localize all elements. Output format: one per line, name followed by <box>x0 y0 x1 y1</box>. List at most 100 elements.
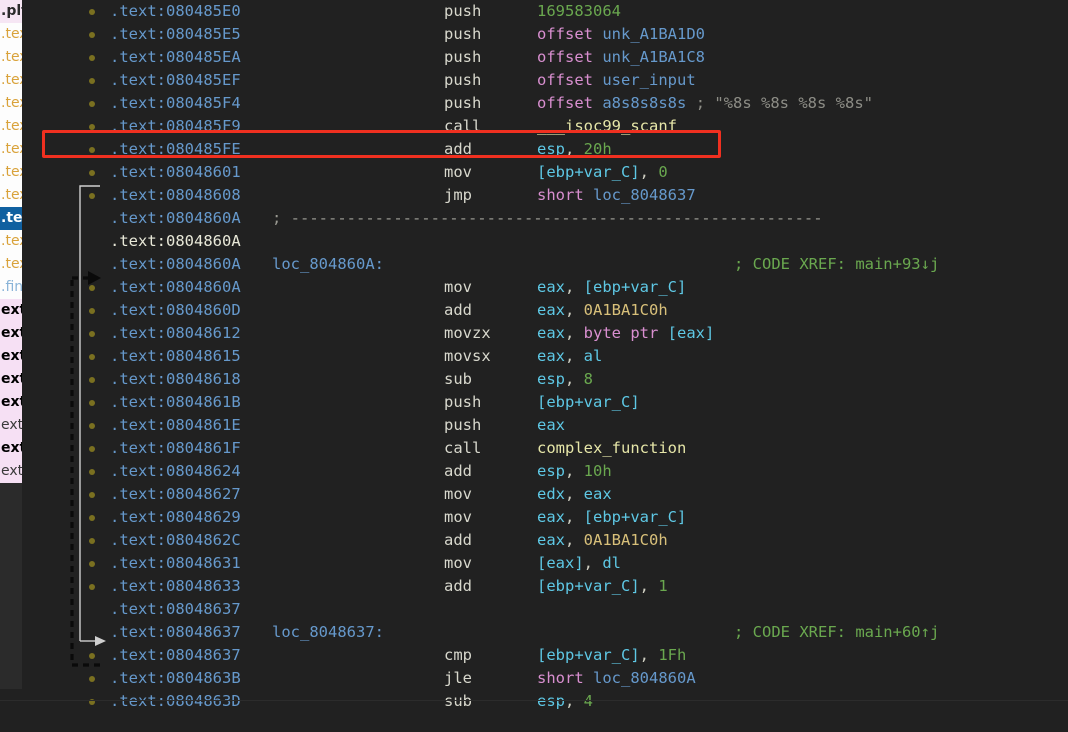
instruction-operands[interactable]: offset user_input <box>537 69 696 92</box>
breakpoint-dot-icon[interactable] <box>89 492 95 498</box>
disassembly-line[interactable]: .text:080485E0 push 169583064 <box>22 0 1068 23</box>
breakpoint-dot-icon[interactable] <box>89 423 95 429</box>
breakpoint-dot-icon[interactable] <box>89 101 95 107</box>
instruction-operands[interactable]: [ebp+var_C] <box>537 391 640 414</box>
instruction-operands[interactable]: eax, [ebp+var_C] <box>537 276 686 299</box>
disassembly-line[interactable]: .text:0804860A loc_804860A: ; CODE XREF: m… <box>22 253 1068 276</box>
disassembly-line[interactable]: .text:08048624 add esp, 10h <box>22 460 1068 483</box>
segment-list-item[interactable]: .tex <box>0 23 22 46</box>
disassembly-line[interactable]: .text:08048601 mov [ebp+var_C], 0 <box>22 161 1068 184</box>
instruction-operands[interactable]: 169583064 <box>537 0 621 23</box>
instruction-operands[interactable]: eax <box>537 414 565 437</box>
instruction-operands[interactable]: esp, 20h <box>537 138 612 161</box>
disassembly-line[interactable]: .text:08048637 <box>22 598 1068 621</box>
instruction-operands[interactable]: [ebp+var_C], 0 <box>537 161 668 184</box>
code-label[interactable]: loc_804860A: <box>272 253 384 276</box>
disassembly-line[interactable]: .text:08048633 add [ebp+var_C], 1 <box>22 575 1068 598</box>
disassembly-line[interactable]: .text:080485F9 call ___isoc99_scanf <box>22 115 1068 138</box>
disassembly-line[interactable]: .text:0804860A mov eax, [ebp+var_C] <box>22 276 1068 299</box>
disassembly-line[interactable]: .text:0804862C add eax, 0A1BA1C0h <box>22 529 1068 552</box>
segment-list-item[interactable]: .tex <box>0 207 22 230</box>
breakpoint-dot-icon[interactable] <box>89 124 95 130</box>
segment-list-item[interactable]: extern <box>0 460 22 483</box>
disassembly-line[interactable]: .text:0804860A <box>22 230 1068 253</box>
instruction-operands[interactable]: eax, 0A1BA1C0h <box>537 529 668 552</box>
breakpoint-dot-icon[interactable] <box>89 308 95 314</box>
disassembly-line[interactable]: .text:08048637 cmp [ebp+var_C], 1Fh <box>22 644 1068 667</box>
disassembly-line[interactable]: .text:0804863D sub esp, 4 <box>22 690 1068 712</box>
code-label[interactable]: loc_8048637: <box>272 621 384 644</box>
disassembly-line[interactable]: .text:0804861E push eax <box>22 414 1068 437</box>
breakpoint-dot-icon[interactable] <box>89 446 95 452</box>
segment-list-item[interactable]: extern <box>0 368 22 391</box>
breakpoint-dot-icon[interactable] <box>89 170 95 176</box>
instruction-operands[interactable]: short loc_804860A <box>537 667 696 690</box>
disassembly-line[interactable]: .text:08048627 mov edx, eax <box>22 483 1068 506</box>
instruction-operands[interactable]: offset a8s8s8s8s ; "%8s %8s %8s %8s" <box>537 92 873 115</box>
disassembly-line[interactable]: .text:080485EA push offset unk_A1BA1C8 <box>22 46 1068 69</box>
instruction-operands[interactable]: esp, 10h <box>537 460 612 483</box>
breakpoint-dot-icon[interactable] <box>89 561 95 567</box>
disassembly-line[interactable]: .text:0804863B jle short loc_804860A <box>22 667 1068 690</box>
instruction-operands[interactable]: [ebp+var_C], 1 <box>537 575 668 598</box>
segment-list-item[interactable]: extern <box>0 437 22 460</box>
breakpoint-dot-icon[interactable] <box>89 653 95 659</box>
disassembly-line[interactable]: .text:08048618 sub esp, 8 <box>22 368 1068 391</box>
disassembly-line[interactable]: .text:080485F4 push offset a8s8s8s8s ; "%8… <box>22 92 1068 115</box>
disassembly-line[interactable]: .text:08048615 movsx eax, al <box>22 345 1068 368</box>
segment-list-item[interactable]: extern <box>0 414 22 437</box>
breakpoint-dot-icon[interactable] <box>89 400 95 406</box>
instruction-operands[interactable]: offset unk_A1BA1D0 <box>537 23 705 46</box>
segment-list-item[interactable]: .tex <box>0 184 22 207</box>
breakpoint-dot-icon[interactable] <box>89 147 95 153</box>
segment-list-panel[interactable]: .plt.tex.tex.tex.tex.tex.tex.tex.tex.tex… <box>0 0 22 689</box>
segment-list-item[interactable]: .tex <box>0 230 22 253</box>
segment-list-item[interactable]: extern <box>0 345 22 368</box>
instruction-operands[interactable]: eax, al <box>537 345 602 368</box>
disassembly-line[interactable]: .text:0804860A ; ------------------------… <box>22 207 1068 230</box>
disassembly-line[interactable]: .text:08048631 mov [eax], dl <box>22 552 1068 575</box>
breakpoint-dot-icon[interactable] <box>89 538 95 544</box>
breakpoint-dot-icon[interactable] <box>89 377 95 383</box>
breakpoint-dot-icon[interactable] <box>89 676 95 682</box>
disassembly-line[interactable]: .text:08048608 jmp short loc_8048637 <box>22 184 1068 207</box>
segment-list-item[interactable]: .tex <box>0 46 22 69</box>
instruction-operands[interactable]: esp, 8 <box>537 368 593 391</box>
breakpoint-dot-icon[interactable] <box>89 584 95 590</box>
breakpoint-dot-icon[interactable] <box>89 9 95 15</box>
segment-list-item[interactable]: .tex <box>0 69 22 92</box>
segment-list-item[interactable]: .tex <box>0 92 22 115</box>
segment-list-item[interactable]: extern <box>0 322 22 345</box>
breakpoint-dot-icon[interactable] <box>89 78 95 84</box>
segment-list-item[interactable]: .fini <box>0 276 22 299</box>
disassembly-listing[interactable]: .text:080485E0 push 169583064 .text:080485E… <box>22 0 1068 712</box>
disassembly-line[interactable]: .text:08048612 movzx eax, byte ptr [eax] <box>22 322 1068 345</box>
disassembly-line[interactable]: .text:080485EF push offset user_input <box>22 69 1068 92</box>
instruction-operands[interactable]: esp, 4 <box>537 690 593 712</box>
breakpoint-dot-icon[interactable] <box>89 331 95 337</box>
instruction-operands[interactable]: [eax], dl <box>537 552 621 575</box>
breakpoint-dot-icon[interactable] <box>89 469 95 475</box>
segment-list-item[interactable]: .tex <box>0 138 22 161</box>
segment-list-item[interactable]: .plt <box>0 0 22 23</box>
breakpoint-dot-icon[interactable] <box>89 515 95 521</box>
breakpoint-dot-icon[interactable] <box>89 55 95 61</box>
instruction-operands[interactable]: [ebp+var_C], 1Fh <box>537 644 686 667</box>
disassembly-line[interactable]: .text:08048637 loc_8048637: ; CODE XREF: m… <box>22 621 1068 644</box>
segment-list-item[interactable]: extern <box>0 391 22 414</box>
instruction-operands[interactable]: eax, byte ptr [eax] <box>537 322 714 345</box>
instruction-operands[interactable]: edx, eax <box>537 483 612 506</box>
disassembly-line[interactable]: .text:0804861F call complex_function <box>22 437 1068 460</box>
disassembly-line[interactable]: .text:0804860D add eax, 0A1BA1C0h <box>22 299 1068 322</box>
instruction-operands[interactable]: short loc_8048637 <box>537 184 696 207</box>
instruction-operands[interactable]: ___isoc99_scanf <box>537 115 677 138</box>
breakpoint-dot-icon[interactable] <box>89 193 95 199</box>
segment-list-item[interactable]: extern <box>0 299 22 322</box>
breakpoint-dot-icon[interactable] <box>89 32 95 38</box>
breakpoint-dot-icon[interactable] <box>89 354 95 360</box>
instruction-operands[interactable]: offset unk_A1BA1C8 <box>537 46 705 69</box>
disassembly-line[interactable]: .text:080485FE add esp, 20h <box>22 138 1068 161</box>
disassembly-line[interactable]: .text:0804861B push [ebp+var_C] <box>22 391 1068 414</box>
segment-list-item[interactable]: .tex <box>0 253 22 276</box>
disassembly-line[interactable]: .text:08048629 mov eax, [ebp+var_C] <box>22 506 1068 529</box>
